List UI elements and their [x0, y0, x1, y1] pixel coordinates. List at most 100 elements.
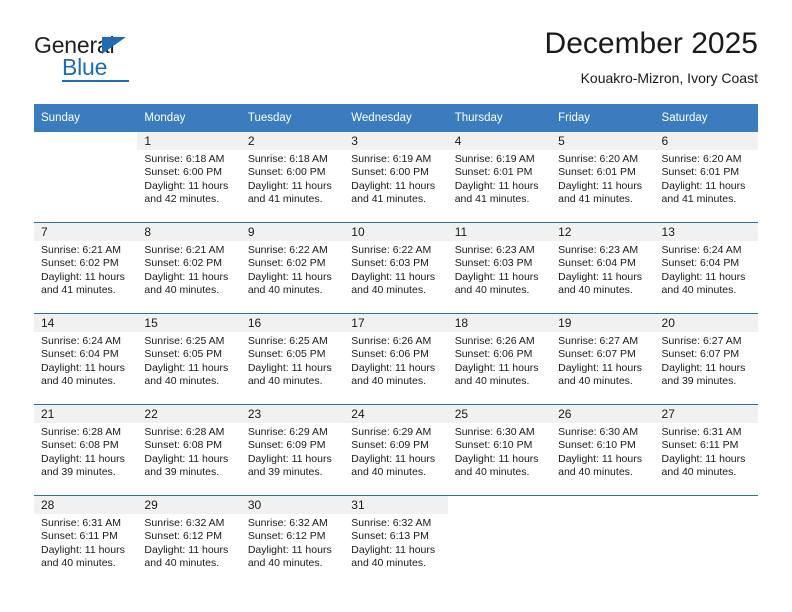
calendar-day-cell[interactable]: 24 Sunrise: 6:29 AM Sunset: 6:09 PM Dayligh… [344, 405, 448, 495]
calendar-day-cell[interactable]: 14 Sunrise: 6:24 AM Sunset: 6:04 PM Dayligh… [34, 314, 138, 404]
calendar-day-cell[interactable]: 23 Sunrise: 6:29 AM Sunset: 6:09 PM Dayligh… [240, 405, 345, 495]
title-block: December 2025 Kouakro-Mizron, Ivory Coas… [545, 26, 758, 87]
daylight-text-line2: and 41 minutes. [247, 193, 323, 206]
day-details: Sunrise: 6:22 AM Sunset: 6:02 PM Daylight:… [241, 241, 344, 298]
sunrise-text: Sunrise: 6:19 AM [351, 153, 432, 165]
day-details [551, 514, 654, 517]
sunrise-text: Sunrise: 6:28 AM [144, 426, 225, 438]
daylight-text-line1: Daylight: 11 hours [247, 270, 332, 283]
calendar-day-cell[interactable]: 19 Sunrise: 6:27 AM Sunset: 6:07 PM Dayligh… [551, 314, 655, 404]
calendar-cell: 10 Sunrise: 6:22 AM Sunset: 6:03 PM Dayligh… [344, 222, 448, 314]
calendar-day-cell[interactable]: 30 Sunrise: 6:32 AM Sunset: 6:12 PM Dayligh… [240, 496, 345, 586]
sunset-text: Sunset: 6:06 PM [351, 348, 429, 361]
calendar-day-cell[interactable]: 1 Sunrise: 6:18 AM Sunset: 6:00 PM Daylight… [137, 132, 241, 222]
daylight-text-line2: and 40 minutes. [351, 375, 426, 388]
day-details: Sunrise: 6:19 AM Sunset: 6:00 PM Daylight:… [344, 150, 447, 207]
sunrise-text: Sunrise: 6:31 AM [41, 517, 121, 529]
day-number: 23 [240, 405, 345, 423]
day-details: Sunrise: 6:31 AM Sunset: 6:11 PM Daylight:… [34, 514, 137, 571]
calendar-day-cell[interactable]: 20 Sunrise: 6:27 AM Sunset: 6:07 PM Dayligh… [654, 314, 758, 404]
daylight-text-line2: and 41 minutes. [661, 193, 737, 206]
daylight-text-line2: and 40 minutes. [144, 557, 220, 570]
calendar-body: 1 Sunrise: 6:18 AM Sunset: 6:00 PM Daylight… [34, 132, 758, 586]
day-number: 13 [654, 223, 758, 241]
calendar-day-cell[interactable]: 3 Sunrise: 6:19 AM Sunset: 6:00 PM Daylight… [344, 132, 448, 222]
calendar-day-cell[interactable]: 2 Sunrise: 6:18 AM Sunset: 6:00 PM Daylight… [240, 132, 345, 222]
calendar-day-cell[interactable]: 7 Sunrise: 6:21 AM Sunset: 6:02 PM Daylight… [34, 223, 138, 313]
sunrise-text: Sunrise: 6:29 AM [247, 426, 328, 438]
calendar-day-cell[interactable]: 27 Sunrise: 6:31 AM Sunset: 6:11 PM Dayligh… [654, 405, 758, 495]
day-number: 11 [447, 223, 552, 241]
sunrise-text: Sunrise: 6:22 AM [247, 244, 328, 256]
calendar-day-cell[interactable]: 13 Sunrise: 6:24 AM Sunset: 6:04 PM Dayligh… [654, 223, 758, 313]
sunset-text: Sunset: 6:03 PM [454, 257, 533, 270]
daylight-text-line1: Daylight: 11 hours [41, 543, 125, 556]
calendar-day-cell[interactable]: 31 Sunrise: 6:32 AM Sunset: 6:13 PM Dayligh… [344, 496, 448, 586]
daylight-text-line1: Daylight: 11 hours [144, 179, 229, 192]
daylight-text-line2: and 40 minutes. [247, 557, 323, 570]
weekday-header-friday: Friday [551, 104, 655, 132]
calendar-day-cell[interactable]: 17 Sunrise: 6:26 AM Sunset: 6:06 PM Dayligh… [344, 314, 448, 404]
calendar-day-cell[interactable]: 5 Sunrise: 6:20 AM Sunset: 6:01 PM Daylight… [551, 132, 655, 222]
day-number: 4 [447, 132, 552, 150]
sunset-text: Sunset: 6:02 PM [144, 257, 223, 270]
daylight-text-line1: Daylight: 11 hours [661, 270, 746, 283]
day-number: 12 [551, 223, 655, 241]
daylight-text-line1: Daylight: 11 hours [41, 270, 125, 283]
sunset-text: Sunset: 6:01 PM [454, 166, 533, 179]
daylight-text-line1: Daylight: 11 hours [144, 452, 229, 465]
daylight-text-line1: Daylight: 11 hours [558, 452, 642, 465]
weekday-header-wednesday: Wednesday [344, 104, 448, 132]
sunrise-text: Sunrise: 6:19 AM [454, 153, 535, 165]
calendar-day-cell[interactable]: 29 Sunrise: 6:32 AM Sunset: 6:12 PM Dayligh… [137, 496, 241, 586]
weekday-header-monday: Monday [137, 104, 241, 132]
calendar-day-cell[interactable]: 18 Sunrise: 6:26 AM Sunset: 6:06 PM Dayligh… [447, 314, 552, 404]
calendar-day-cell[interactable]: 8 Sunrise: 6:21 AM Sunset: 6:02 PM Daylight… [137, 223, 241, 313]
calendar-day-cell[interactable]: 26 Sunrise: 6:30 AM Sunset: 6:10 PM Dayligh… [551, 405, 655, 495]
calendar-day-cell[interactable]: 22 Sunrise: 6:28 AM Sunset: 6:08 PM Dayligh… [137, 405, 241, 495]
day-details: Sunrise: 6:20 AM Sunset: 6:01 PM Daylight:… [551, 150, 654, 207]
day-details: Sunrise: 6:21 AM Sunset: 6:02 PM Daylight:… [137, 241, 240, 298]
daylight-text-line2: and 41 minutes. [41, 284, 116, 297]
daylight-text-line1: Daylight: 11 hours [558, 179, 642, 192]
calendar-day-cell[interactable]: 21 Sunrise: 6:28 AM Sunset: 6:08 PM Dayligh… [34, 405, 138, 495]
logo-text-blue: Blue [62, 54, 108, 80]
calendar-day-cell[interactable]: 9 Sunrise: 6:22 AM Sunset: 6:02 PM Daylight… [240, 223, 345, 313]
calendar-cell: 21 Sunrise: 6:28 AM Sunset: 6:08 PM Dayligh… [34, 404, 138, 496]
calendar-day-cell[interactable]: 10 Sunrise: 6:22 AM Sunset: 6:03 PM Dayligh… [344, 223, 448, 313]
calendar-week-row: 28 Sunrise: 6:31 AM Sunset: 6:11 PM Dayligh… [34, 495, 758, 586]
sunset-text: Sunset: 6:04 PM [558, 257, 636, 270]
calendar-day-cell[interactable]: 6 Sunrise: 6:20 AM Sunset: 6:01 PM Daylight… [654, 132, 758, 222]
calendar-day-cell[interactable]: 16 Sunrise: 6:25 AM Sunset: 6:05 PM Dayligh… [240, 314, 345, 404]
day-details: Sunrise: 6:21 AM Sunset: 6:02 PM Daylight:… [34, 241, 137, 298]
general-blue-logo: General Blue [34, 32, 224, 88]
daylight-text-line2: and 41 minutes. [558, 193, 633, 206]
weekday-header-thursday: Thursday [447, 104, 552, 132]
day-number: 22 [137, 405, 241, 423]
sunrise-text: Sunrise: 6:18 AM [144, 153, 225, 165]
sunset-text: Sunset: 6:03 PM [351, 257, 429, 270]
calendar-day-cell[interactable]: 4 Sunrise: 6:19 AM Sunset: 6:01 PM Daylight… [447, 132, 552, 222]
calendar-day-cell[interactable]: 12 Sunrise: 6:23 AM Sunset: 6:04 PM Dayligh… [551, 223, 655, 313]
sunset-text: Sunset: 6:07 PM [558, 348, 636, 361]
calendar-day-cell[interactable]: 11 Sunrise: 6:23 AM Sunset: 6:03 PM Dayligh… [447, 223, 552, 313]
calendar-day-cell[interactable]: 25 Sunrise: 6:30 AM Sunset: 6:10 PM Dayligh… [447, 405, 552, 495]
daylight-text-line2: and 40 minutes. [454, 466, 530, 479]
calendar-day-cell[interactable]: 28 Sunrise: 6:31 AM Sunset: 6:11 PM Dayligh… [34, 496, 138, 586]
daylight-text-line1: Daylight: 11 hours [454, 452, 539, 465]
calendar-cell [654, 495, 758, 586]
calendar-cell: 14 Sunrise: 6:24 AM Sunset: 6:04 PM Dayligh… [34, 313, 138, 405]
calendar-week-row: 21 Sunrise: 6:28 AM Sunset: 6:08 PM Dayligh… [34, 404, 758, 496]
calendar-empty-cell [551, 496, 654, 586]
day-number: 29 [137, 496, 241, 514]
calendar-page: General Blue December 2025 Kouakro-Mizro… [0, 0, 792, 612]
weekday-header-tuesday: Tuesday [240, 104, 345, 132]
sunrise-text: Sunrise: 6:31 AM [661, 426, 742, 438]
weekday-header-saturday: Saturday [654, 104, 758, 132]
daylight-text-line2: and 39 minutes. [247, 466, 323, 479]
calendar-cell: 3 Sunrise: 6:19 AM Sunset: 6:00 PM Daylight… [344, 132, 448, 223]
calendar-day-cell[interactable]: 15 Sunrise: 6:25 AM Sunset: 6:05 PM Dayligh… [137, 314, 241, 404]
page-title: December 2025 [544, 27, 758, 60]
sunrise-text: Sunrise: 6:20 AM [558, 153, 639, 165]
sunset-text: Sunset: 6:05 PM [144, 348, 223, 361]
